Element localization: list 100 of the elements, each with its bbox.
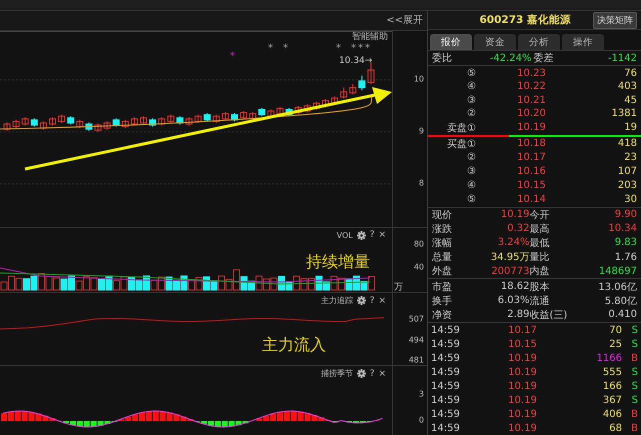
candlestick (267, 108, 274, 118)
order-volume: 45 (623, 94, 637, 106)
candlestick (149, 118, 156, 127)
order-level-label: 买盘① (446, 138, 476, 151)
trade-side: S (630, 366, 638, 378)
field-value: 6.03% (496, 295, 530, 306)
decision-matrix-button[interactable]: 决策矩阵 (593, 12, 637, 29)
field-label: 股本 (530, 280, 550, 294)
order-price: 10.14 (516, 194, 547, 206)
field-value: 18.62 (500, 281, 530, 292)
field-label: 收益(三) (530, 308, 568, 322)
candlestick (312, 101, 320, 110)
help-button[interactable]: ? (370, 296, 375, 306)
trade-volume: 367 (602, 394, 622, 406)
field-value: 9.90 (614, 209, 637, 220)
signal-mark: * (268, 44, 273, 54)
candlestick (358, 75, 366, 91)
order-volume: 1381 (610, 108, 637, 120)
order-level-label: ⑤ (466, 68, 476, 79)
trade-volume: 68 (608, 422, 622, 434)
help-button[interactable]: ? (370, 230, 375, 240)
expand-button[interactable]: <<展开 (382, 13, 427, 28)
axis-label: 80 (414, 239, 424, 248)
field-value: 148697 (598, 266, 637, 277)
help-button[interactable]: ? (370, 368, 375, 379)
field-value: 1.76 (614, 252, 637, 263)
close-button[interactable]: × (378, 368, 386, 379)
candlestick (40, 120, 47, 130)
order-price: 10.22 (516, 81, 547, 92)
order-price: 10.21 (516, 94, 547, 106)
order-volume: 19 (623, 122, 637, 134)
candlestick (49, 116, 56, 126)
trade-side: B (630, 422, 638, 434)
signal-mark: * (336, 44, 341, 54)
field-label: 量比 (530, 250, 550, 264)
trade-time: 14:59 (431, 394, 461, 406)
field-label: 最低 (530, 236, 550, 250)
trade-price: 10.15 (507, 338, 538, 350)
trade-volume: 166 (602, 380, 622, 392)
candlestick (176, 116, 184, 125)
stock-title: 600273 嘉化能源 (480, 13, 571, 28)
high-price-marker: 10.34→ (339, 56, 372, 66)
candlestick (130, 116, 138, 126)
field-value: -1142 (606, 52, 637, 64)
axis-label: 481 (408, 356, 424, 365)
close-button[interactable]: × (378, 230, 386, 240)
order-level-label: ④ (466, 180, 476, 192)
field-label: 委差 (532, 52, 554, 66)
tab[interactable]: 分析 (518, 34, 560, 50)
close-button[interactable]: × (378, 296, 386, 306)
trade-volume: 70 (608, 324, 622, 336)
axis-label: 8 (418, 178, 424, 188)
candlestick (240, 110, 248, 120)
candlestick (94, 122, 102, 132)
order-volume: 403 (616, 81, 637, 92)
order-price: 10.17 (516, 152, 547, 164)
unit-label: 万 (394, 281, 404, 294)
candlestick (67, 116, 74, 125)
candlestick (340, 87, 348, 99)
annotation-text: 主力流入 (262, 335, 326, 356)
field-label: 净资 (432, 308, 453, 322)
trade-side: B (630, 352, 638, 364)
trade-price: 10.19 (507, 380, 538, 392)
field-value: -42.24% (488, 52, 532, 64)
field-value: 10.19 (500, 209, 530, 220)
axis-label: 3 (418, 389, 424, 398)
trade-price: 10.19 (507, 352, 538, 364)
candlestick (286, 107, 293, 117)
signal-mark: * (365, 44, 370, 54)
tab[interactable]: 报价 (430, 34, 472, 50)
settings-icon[interactable] (356, 369, 366, 378)
trade-side: S (630, 394, 638, 406)
trade-price: 10.17 (507, 324, 538, 336)
indicator-label: 智能辅助 (352, 32, 388, 42)
settings-icon[interactable] (356, 296, 366, 305)
field-label: 内盘 (530, 264, 550, 278)
field-label: 流通 (530, 294, 550, 308)
order-level-label: ③ (466, 94, 476, 106)
order-level-label: ② (466, 108, 476, 120)
trade-price: 10.19 (507, 422, 538, 434)
indicator-title: 主力追踪 (320, 295, 353, 306)
candlestick (112, 118, 120, 127)
tab[interactable]: 资金 (474, 34, 516, 50)
candlestick (194, 114, 202, 124)
trade-volume: 406 (602, 408, 622, 420)
order-volume: 203 (616, 180, 637, 192)
signal-mark: * (283, 44, 288, 54)
candlestick (167, 114, 174, 124)
candlestick (276, 106, 284, 116)
order-price: 10.18 (516, 138, 547, 150)
tab[interactable]: 操作 (562, 34, 604, 50)
axis-label: 40 (414, 262, 424, 272)
trade-time: 14:59 (431, 324, 461, 336)
trade-time: 14:59 (431, 380, 461, 392)
axis-label: 0 (418, 415, 424, 424)
trade-price: 10.19 (507, 408, 538, 420)
order-price: 10.15 (516, 180, 547, 192)
order-level-label: 卖盘① (446, 122, 476, 135)
settings-icon[interactable] (356, 230, 366, 240)
field-value: 34.95万 (490, 251, 530, 264)
